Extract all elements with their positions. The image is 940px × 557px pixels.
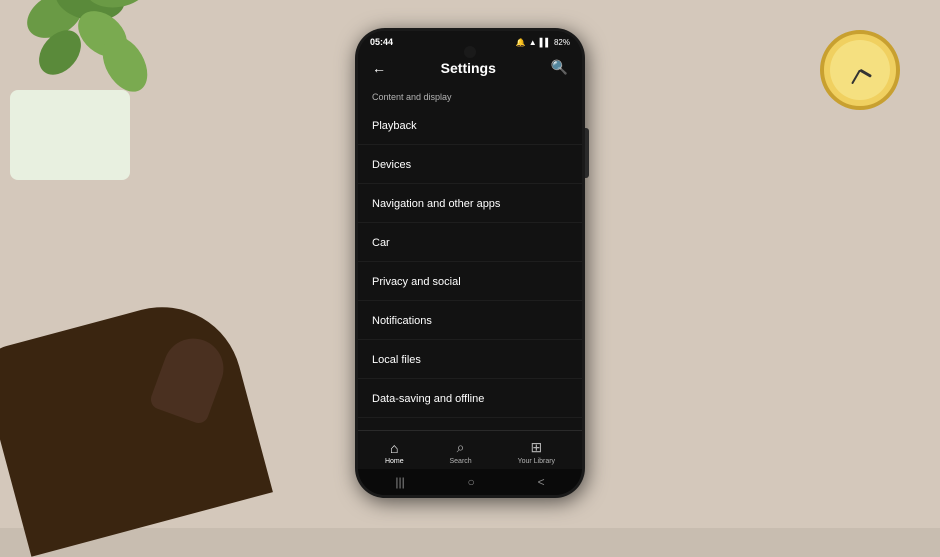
bottom-navigation: ⌂ Home ⌕ Search ⊞ Your Library (358, 430, 582, 469)
phone-screen: 05:44 🔔 ▲ ▌▌ 82% ← Settings 🔍 Content an… (358, 31, 582, 495)
settings-item-label: Playback (372, 120, 417, 132)
settings-item-notifications[interactable]: Notifications (358, 301, 582, 340)
settings-item-media-quality[interactable]: Media quality (358, 418, 582, 430)
library-label: Your Library (518, 458, 556, 465)
section-label: Content and display (358, 84, 582, 106)
settings-item-car[interactable]: Car (358, 223, 582, 262)
settings-item-playback[interactable]: Playback (358, 106, 582, 145)
settings-item-label: Data-saving and offline (372, 393, 484, 405)
search-nav-icon: ⌕ (457, 439, 465, 456)
nav-search[interactable]: ⌕ Search (450, 439, 472, 465)
settings-item-label: Privacy and social (372, 276, 461, 288)
camera-notch (464, 46, 476, 58)
nav-home[interactable]: ⌂ Home (385, 440, 404, 465)
library-icon: ⊞ (530, 439, 542, 456)
home-sys-button[interactable]: ○ (468, 475, 475, 489)
home-icon: ⌂ (390, 440, 398, 456)
settings-item-privacy[interactable]: Privacy and social (358, 262, 582, 301)
hand-decoration (0, 308, 260, 528)
status-time: 05:44 (370, 37, 393, 47)
settings-item-devices[interactable]: Devices (358, 145, 582, 184)
settings-item-label: Devices (372, 159, 411, 171)
battery-icon: 82% (554, 38, 570, 47)
status-icons: 🔔 ▲ ▌▌ 82% (516, 38, 570, 47)
search-label: Search (450, 458, 472, 465)
back-sys-button[interactable]: < (538, 475, 545, 489)
settings-item-navigation[interactable]: Navigation and other apps (358, 184, 582, 223)
settings-item-data-saving[interactable]: Data-saving and offline (358, 379, 582, 418)
volume-icon: 🔔 (516, 38, 526, 47)
back-button[interactable]: ← (372, 60, 386, 76)
settings-item-label: Navigation and other apps (372, 198, 500, 210)
system-navigation: ||| ○ < (358, 469, 582, 495)
phone: 05:44 🔔 ▲ ▌▌ 82% ← Settings 🔍 Content an… (355, 28, 585, 498)
settings-item-label: Notifications (372, 315, 432, 327)
plant-decoration-left (0, 0, 180, 200)
side-button (585, 128, 589, 178)
search-button[interactable]: 🔍 (551, 59, 568, 76)
recents-button[interactable]: ||| (395, 475, 404, 489)
settings-item-label: Local files (372, 354, 421, 366)
signal-icon: ▌▌ (540, 38, 551, 47)
settings-title: Settings (441, 60, 496, 76)
clock-decoration (810, 20, 910, 120)
settings-item-label: Car (372, 237, 390, 249)
nav-library[interactable]: ⊞ Your Library (518, 439, 556, 465)
home-label: Home (385, 458, 404, 465)
settings-item-local-files[interactable]: Local files (358, 340, 582, 379)
wifi-icon: ▲ (529, 38, 537, 47)
settings-content: Content and display Playback Devices Nav… (358, 84, 582, 430)
